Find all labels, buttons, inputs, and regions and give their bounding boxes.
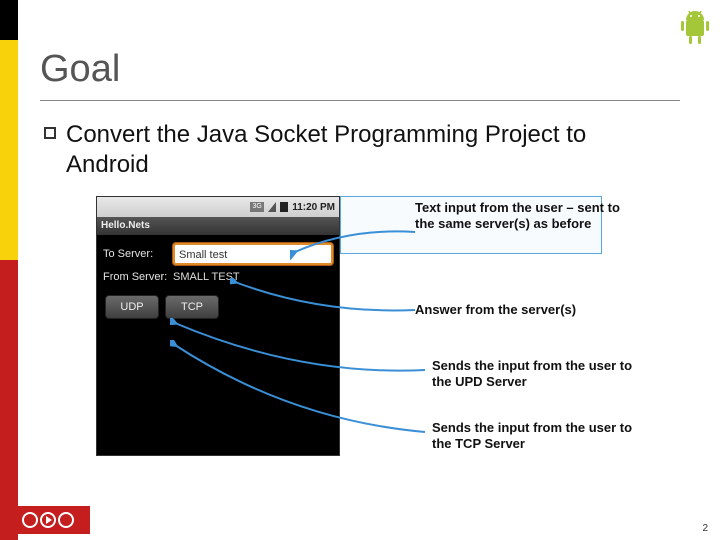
android-phone-mockup: 3G 11:20 PM Hello.Nets To Server: Small … bbox=[96, 196, 340, 456]
signal-icon bbox=[268, 202, 276, 212]
annotation-tcp: Sends the input from the user to the TCP… bbox=[432, 420, 642, 453]
annotation-answer: Answer from the server(s) bbox=[415, 302, 625, 318]
status-time: 11:20 PM bbox=[292, 202, 335, 213]
bullet-text: Convert the Java Socket Programming Proj… bbox=[66, 120, 664, 180]
left-color-stripe bbox=[0, 0, 18, 540]
udp-button[interactable]: UDP bbox=[105, 295, 159, 319]
android-robot-icon bbox=[680, 10, 710, 46]
status-bar: 3G 11:20 PM bbox=[97, 197, 339, 217]
title-underline bbox=[40, 100, 680, 101]
bullet-item: Convert the Java Socket Programming Proj… bbox=[44, 120, 664, 180]
ece-logo bbox=[18, 506, 90, 534]
tcp-button[interactable]: TCP bbox=[165, 295, 219, 319]
annotation-input: Text input from the user – sent to the s… bbox=[415, 200, 625, 233]
battery-icon bbox=[280, 202, 288, 212]
from-server-value: SMALL TEST bbox=[173, 271, 333, 283]
3g-icon: 3G bbox=[250, 202, 264, 212]
to-server-label: To Server: bbox=[103, 248, 173, 260]
page-number: 2 bbox=[702, 523, 708, 534]
annotation-udp: Sends the input from the user to the UPD… bbox=[432, 358, 642, 391]
bullet-square-icon bbox=[44, 127, 56, 139]
to-server-input[interactable]: Small test bbox=[173, 243, 333, 265]
from-server-label: From Server: bbox=[103, 271, 173, 283]
app-title-bar: Hello.Nets bbox=[97, 217, 339, 235]
slide-title: Goal bbox=[40, 48, 120, 91]
